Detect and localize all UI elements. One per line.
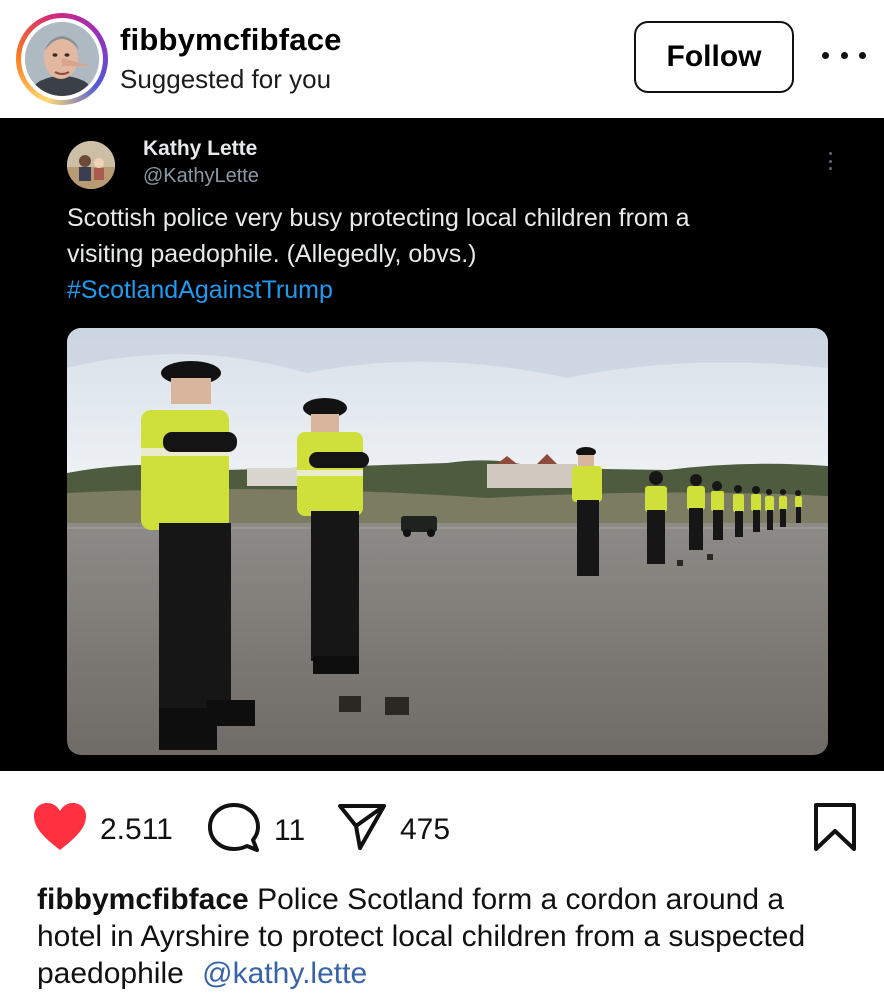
tweet-photo — [67, 328, 828, 755]
post-header: fibbymcfibface Suggested for you Follow — [0, 0, 884, 118]
share-icon — [336, 802, 388, 857]
tweet-avatar — [67, 141, 115, 189]
comment-icon — [208, 802, 260, 859]
suggested-label: Suggested for you — [120, 64, 332, 94]
post-username[interactable]: fibbymcfibface — [120, 22, 342, 58]
post-actions: 2.511 11 475 — [0, 790, 884, 865]
tweet-author-handle: @KathyLette — [143, 165, 259, 187]
follow-button[interactable]: Follow — [634, 21, 794, 93]
more-icon[interactable] — [822, 40, 866, 70]
avatar-story-ring[interactable] — [16, 13, 108, 105]
tweet-author-name: Kathy Lette — [143, 137, 258, 160]
post-media[interactable]: Kathy Lette @KathyLette Scottish police … — [0, 118, 884, 771]
post-caption: fibbymcfibface Police Scotland form a co… — [37, 881, 857, 992]
bookmark-icon[interactable] — [812, 802, 858, 857]
caption-username[interactable]: fibbymcfibface — [37, 883, 249, 916]
tweet-text: Scottish police very busy protecting loc… — [67, 204, 690, 268]
comment-count: 11 — [274, 813, 306, 847]
like-count: 2.511 — [100, 812, 173, 846]
comment-button[interactable]: 11 — [208, 802, 305, 859]
heart-icon — [32, 802, 88, 857]
like-button[interactable]: 2.511 — [32, 802, 173, 857]
share-count: 475 — [400, 812, 451, 846]
caption-mention[interactable]: @kathy.lette — [202, 957, 367, 990]
tweet-hashtag: #ScotlandAgainstTrump — [67, 276, 333, 304]
share-button[interactable]: 475 — [336, 802, 450, 857]
avatar[interactable] — [25, 22, 99, 96]
tweet-more-icon — [829, 152, 835, 170]
